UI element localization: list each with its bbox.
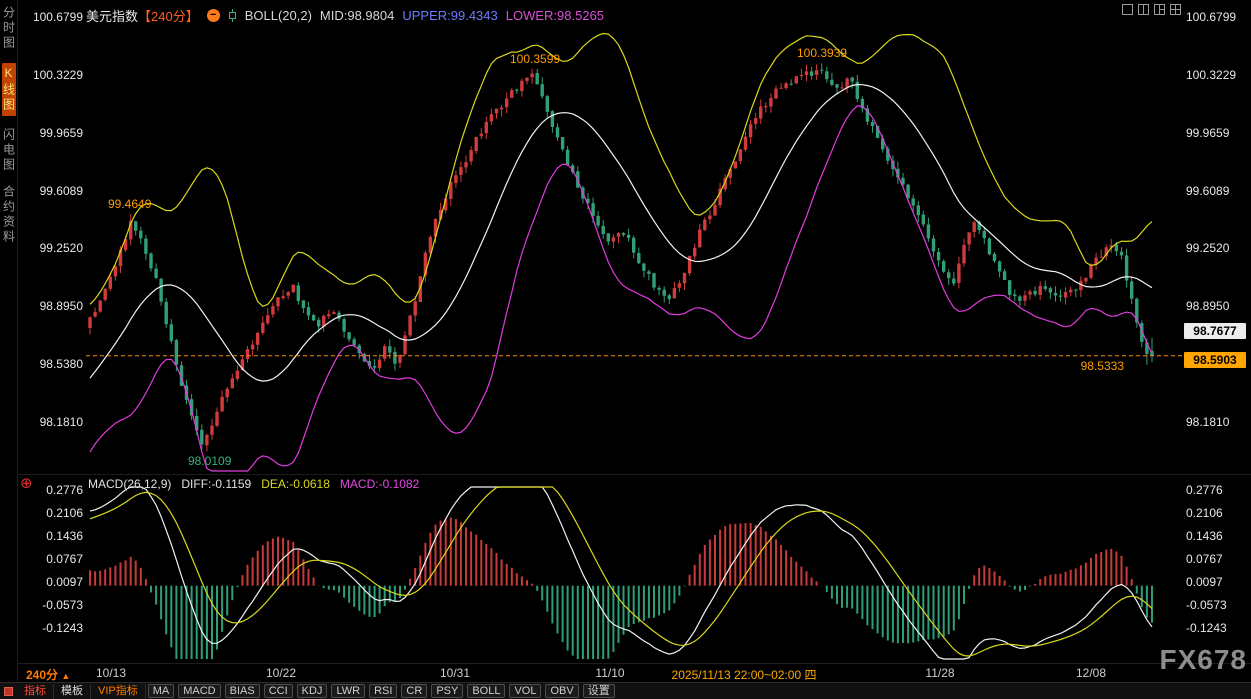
chart-canvas[interactable] (0, 0, 1251, 699)
boll-upper-value: UPPER:99.4343 (402, 8, 497, 23)
indicator-button-RSI[interactable]: RSI (369, 684, 397, 698)
zoom-out-icon[interactable]: − (207, 9, 220, 22)
y-axis-label: 98.8950 (1186, 299, 1248, 313)
toolbar-tab-1[interactable]: 模板 (54, 684, 91, 699)
indicator-button-KDJ[interactable]: KDJ (297, 684, 328, 698)
candle-style-icon[interactable] (228, 9, 237, 22)
y-axis-label: 0.0097 (28, 575, 83, 589)
y-axis-label: 98.8950 (28, 299, 83, 313)
y-axis-label: 99.6089 (1186, 184, 1248, 198)
y-axis-label: 99.9659 (28, 126, 83, 140)
axis-divider (18, 663, 1251, 664)
indicator-button-BIAS[interactable]: BIAS (225, 684, 260, 698)
period-value: 240分 (26, 668, 58, 682)
boll-mid-value: MID:98.9804 (320, 8, 394, 23)
symbol-name: 美元指数 (86, 6, 138, 25)
y-axis-label: 100.3229 (1186, 68, 1248, 82)
price-annotation: 99.4649 (108, 197, 151, 211)
indicator-button-MA[interactable]: MA (148, 684, 175, 698)
y-axis-label: 0.2106 (1186, 506, 1248, 520)
boll-lower-value: LOWER:98.5265 (506, 8, 604, 23)
y-axis-label: -0.0573 (1186, 598, 1248, 612)
y-axis-label: 100.3229 (28, 68, 83, 82)
indicator-button-CCI[interactable]: CCI (264, 684, 293, 698)
x-axis-tick: 11/10 (595, 666, 624, 680)
macd-header: MACD(26,12,9) DIFF:-0.1159 DEA:-0.0618 M… (88, 477, 419, 491)
y-axis-label: 99.6089 (28, 184, 83, 198)
y-axis-label: 100.6799 (28, 10, 83, 24)
indicator-target-icon[interactable]: ⊕ (20, 476, 33, 491)
left-sidebar: 分时图 K线图闪电图合约资料 (0, 0, 18, 682)
x-axis-tick: 11/28 (925, 666, 954, 680)
x-axis-tick: 12/08 (1076, 666, 1106, 680)
layout-single-icon[interactable] (1121, 3, 1134, 16)
y-axis-label: 98.5380 (28, 357, 83, 371)
y-axis-label: 0.2776 (1186, 483, 1248, 497)
indicator-button-LWR[interactable]: LWR (331, 684, 365, 698)
y-axis-label: 98.1810 (28, 415, 83, 429)
y-axis-label: -0.1243 (1186, 621, 1248, 635)
y-axis-label: 0.0097 (1186, 575, 1248, 589)
y-axis-label: 0.2776 (28, 483, 83, 497)
sidebar-item-1[interactable]: K线图 (2, 63, 16, 116)
x-axis-tick: 10/31 (440, 666, 470, 680)
price-annotation: 100.3599 (510, 52, 560, 66)
indicator-button-BOLL[interactable]: BOLL (467, 684, 505, 698)
indicator-button-PSY[interactable]: PSY (431, 684, 463, 698)
layout-split3-icon[interactable] (1153, 3, 1166, 16)
last-price-badge: 98.5903 (1184, 352, 1246, 368)
y-axis-label: 99.2520 (28, 241, 83, 255)
period-selector[interactable]: 240分 ▲ (26, 666, 70, 683)
indicator-menu-icon[interactable] (4, 687, 13, 696)
x-axis: 240分 ▲ 10/13 10/22 10/31 11/10 2025/11/13 22… (0, 665, 1251, 681)
y-axis-label: -0.1243 (28, 621, 83, 635)
trading-chart-app: 分时图 K线图闪电图合约资料 美元指数 【240分】 − BOLL(20,2) M… (0, 0, 1251, 699)
indicator-button-MACD[interactable]: MACD (178, 684, 220, 698)
indicator-button-VOL[interactable]: VOL (509, 684, 541, 698)
price-annotation: 98.0109 (188, 454, 231, 468)
y-axis-label: 98.1810 (1186, 415, 1248, 429)
sidebar-item-3[interactable]: 合约资料 (2, 185, 16, 245)
y-axis-label: 99.9659 (1186, 126, 1248, 140)
sidebar-item-0[interactable]: 分时图 (2, 6, 16, 51)
toolbar-tab-0[interactable]: 指标 (17, 684, 54, 699)
period-label: 【240分】 (138, 6, 199, 25)
macd-params-label: MACD(26,12,9) (88, 477, 171, 491)
y-axis-label: 0.1436 (1186, 529, 1248, 543)
y-axis-label: -0.0573 (28, 598, 83, 612)
layout-switcher (1121, 3, 1182, 16)
selected-candle-timestamp: 2025/11/13 22:00~02:00 四 (672, 666, 817, 683)
y-axis-label: 0.1436 (28, 529, 83, 543)
bottom-toolbar: 指标模板VIP指标 MAMACD BIAS CCI KDJLWR RSI CR PSY BOL… (0, 682, 1251, 699)
y-axis-label: 100.6799 (1186, 10, 1248, 24)
macd-macd-value: MACD:-0.1082 (340, 477, 419, 491)
layout-grid4-icon[interactable] (1169, 3, 1182, 16)
macd-dea-value: DEA:-0.0618 (261, 477, 330, 491)
price-annotation: 100.3939 (797, 46, 847, 60)
y-axis-label: 99.2520 (1186, 241, 1248, 255)
boll-params-label: BOLL(20,2) (245, 8, 312, 23)
indicator-button-设置[interactable]: 设置 (583, 684, 615, 698)
main-chart-header: 美元指数 【240分】 − BOLL(20,2) MID:98.9804 UPP… (86, 6, 604, 25)
sidebar-item-2[interactable]: 闪电图 (2, 128, 16, 173)
reference-price-badge: 98.7677 (1184, 323, 1246, 339)
y-axis-label: 0.2106 (28, 506, 83, 520)
x-axis-tick: 10/22 (266, 666, 296, 680)
panel-divider (18, 474, 1251, 475)
macd-diff-value: DIFF:-0.1159 (181, 477, 251, 491)
layout-split2-icon[interactable] (1137, 3, 1150, 16)
toolbar-tab-2[interactable]: VIP指标 (91, 684, 146, 699)
price-annotation: 98.5333 (1058, 359, 1124, 373)
x-axis-tick: 10/13 (96, 666, 126, 680)
y-axis-label: 0.0767 (28, 552, 83, 566)
indicator-button-CR[interactable]: CR (401, 684, 427, 698)
indicator-button-OBV[interactable]: OBV (545, 684, 578, 698)
y-axis-label: 0.0767 (1186, 552, 1248, 566)
dropdown-arrow-icon: ▲ (61, 671, 70, 681)
